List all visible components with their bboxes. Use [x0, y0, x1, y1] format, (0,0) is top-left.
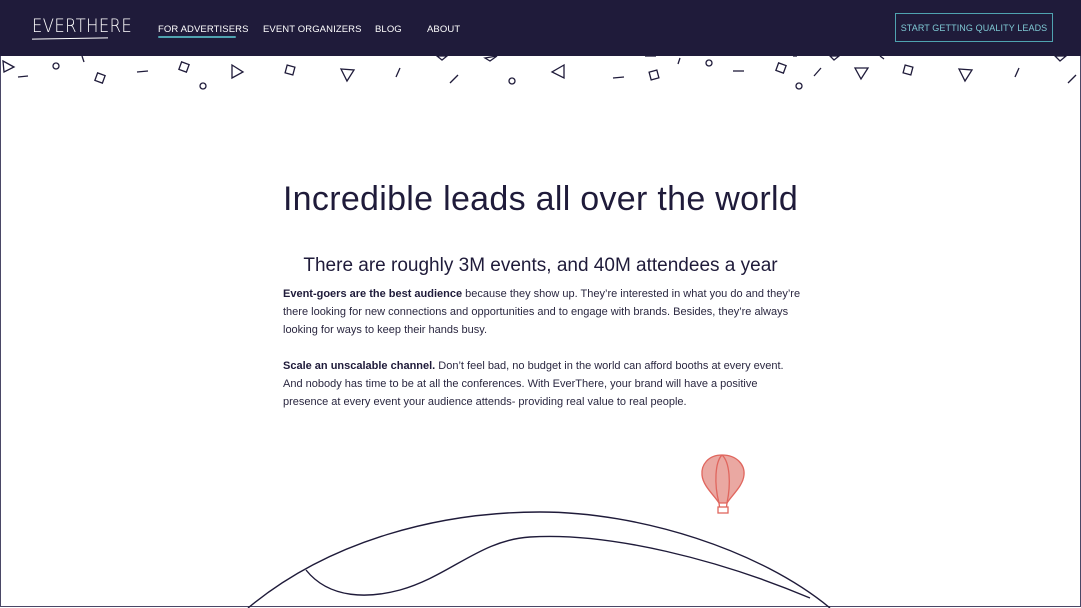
top-navigation-bar: EVERTHERE FOR ADVERTISERS EVENT ORGANIZE…	[0, 0, 1081, 56]
nav-blog[interactable]: BLOG	[375, 24, 402, 35]
globe-outline	[247, 511, 831, 608]
logo-underline	[31, 37, 109, 40]
hero-title: Incredible leads all over the world	[282, 180, 799, 218]
hot-air-balloon-icon	[701, 454, 745, 514]
nav-about[interactable]: ABOUT	[427, 24, 460, 35]
paragraph-scale-channel: Scale an unscalable channel. Don’t feel …	[283, 357, 803, 411]
paragraph-scale-channel-lead: Scale an unscalable channel.	[283, 360, 436, 372]
paragraph-best-audience: Event-goers are the best audience becaus…	[283, 285, 803, 339]
start-getting-leads-button[interactable]: START GETTING QUALITY LEADS	[895, 13, 1053, 42]
nav-for-advertisers[interactable]: FOR ADVERTISERS	[158, 24, 249, 35]
globe-landmass-line	[305, 535, 811, 599]
nav-active-indicator	[158, 36, 236, 38]
nav-event-organizers[interactable]: EVENT ORGANIZERS	[263, 24, 362, 35]
everthere-logo[interactable]: EVERTHERE	[32, 15, 132, 37]
hero-subtitle: There are roughly 3M events, and 40M att…	[303, 255, 778, 276]
confetti-pattern	[2, 56, 1077, 90]
paragraph-best-audience-lead: Event-goers are the best audience	[283, 288, 463, 300]
globe-illustration	[247, 454, 831, 608]
